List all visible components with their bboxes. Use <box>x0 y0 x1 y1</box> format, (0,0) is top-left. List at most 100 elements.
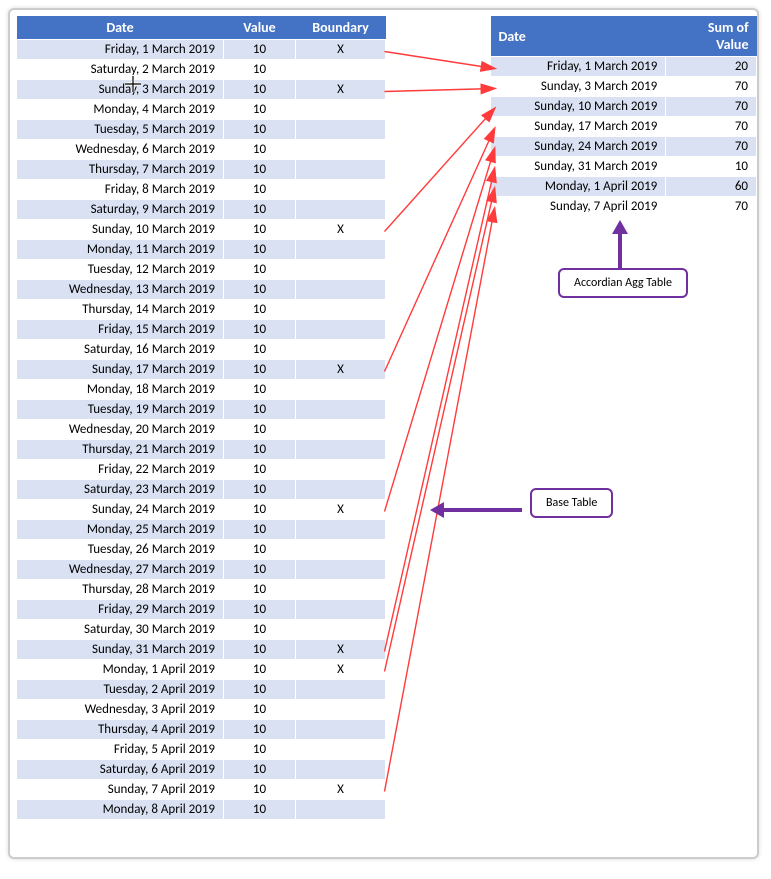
base-row: Friday, 15 March 201910 <box>17 320 386 340</box>
base-cell-value: 10 <box>224 60 296 80</box>
base-cell-boundary <box>296 440 386 460</box>
base-cell-boundary <box>296 120 386 140</box>
base-row: Thursday, 21 March 201910 <box>17 440 386 460</box>
agg-row: Monday, 1 April 201960 <box>491 177 757 197</box>
relation-arrow <box>385 189 495 672</box>
agg-row: Friday, 1 March 201920 <box>491 57 757 77</box>
base-cell-value: 10 <box>224 380 296 400</box>
base-cell-boundary <box>296 180 386 200</box>
base-row: Saturday, 16 March 201910 <box>17 340 386 360</box>
base-row: Monday, 11 March 201910 <box>17 240 386 260</box>
base-cell-boundary <box>296 700 386 720</box>
base-cell-boundary <box>296 560 386 580</box>
base-row: Monday, 18 March 201910 <box>17 380 386 400</box>
base-cell-value: 10 <box>224 220 296 240</box>
base-cell-boundary <box>296 740 386 760</box>
base-cell-date: Tuesday, 12 March 2019 <box>17 260 224 280</box>
base-cell-date: Sunday, 7 April 2019 <box>17 780 224 800</box>
base-cell-date: Tuesday, 5 March 2019 <box>17 120 224 140</box>
base-cell-date: Saturday, 9 March 2019 <box>17 200 224 220</box>
arrow-to-agg-table <box>618 220 628 268</box>
base-row: Wednesday, 3 April 201910 <box>17 700 386 720</box>
base-row: Friday, 8 March 201910 <box>17 180 386 200</box>
base-cell-date: Monday, 25 March 2019 <box>17 520 224 540</box>
base-cell-date: Saturday, 6 April 2019 <box>17 760 224 780</box>
agg-row: Sunday, 17 March 201970 <box>491 117 757 137</box>
agg-row: Sunday, 31 March 201910 <box>491 157 757 177</box>
base-row: Sunday, 3 March 201910X <box>17 80 386 100</box>
agg-cell-date: Sunday, 24 March 2019 <box>491 137 666 157</box>
base-row: Wednesday, 13 March 201910 <box>17 280 386 300</box>
base-cell-boundary <box>296 200 386 220</box>
agg-cell-date: Sunday, 31 March 2019 <box>491 157 666 177</box>
base-cell-date: Tuesday, 2 April 2019 <box>17 680 224 700</box>
base-cell-value: 10 <box>224 400 296 420</box>
agg-header-date: Date <box>491 16 666 57</box>
base-cell-value: 10 <box>224 200 296 220</box>
relation-arrow <box>385 169 495 652</box>
base-cell-value: 10 <box>224 120 296 140</box>
base-cell-boundary <box>296 600 386 620</box>
callout-base-table: Base Table <box>530 488 613 518</box>
base-row: Saturday, 30 March 201910 <box>17 620 386 640</box>
base-cell-boundary <box>296 240 386 260</box>
base-cell-boundary <box>296 280 386 300</box>
base-cell-date: Thursday, 7 March 2019 <box>17 160 224 180</box>
base-cell-value: 10 <box>224 720 296 740</box>
base-cell-value: 10 <box>224 300 296 320</box>
base-cell-boundary: X <box>296 220 386 240</box>
base-row: Friday, 22 March 201910 <box>17 460 386 480</box>
base-cell-value: 10 <box>224 780 296 800</box>
base-cell-date: Friday, 5 April 2019 <box>17 740 224 760</box>
agg-cell-sum: 70 <box>666 197 757 217</box>
base-row: Sunday, 7 April 201910X <box>17 780 386 800</box>
base-cell-value: 10 <box>224 560 296 580</box>
base-cell-date: Sunday, 10 March 2019 <box>17 220 224 240</box>
base-cell-date: Saturday, 23 March 2019 <box>17 480 224 500</box>
agg-row: Sunday, 3 March 201970 <box>491 77 757 97</box>
base-row: Monday, 1 April 201910X <box>17 660 386 680</box>
base-row: Thursday, 14 March 201910 <box>17 300 386 320</box>
base-row: Sunday, 17 March 201910X <box>17 360 386 380</box>
base-cell-boundary <box>296 460 386 480</box>
base-cell-date: Monday, 18 March 2019 <box>17 380 224 400</box>
agg-cell-sum: 70 <box>666 97 757 117</box>
agg-cell-date: Sunday, 17 March 2019 <box>491 117 666 137</box>
base-row: Saturday, 2 March 201910 <box>17 60 386 80</box>
base-cell-boundary: X <box>296 640 386 660</box>
base-cell-boundary <box>296 300 386 320</box>
base-cell-date: Wednesday, 6 March 2019 <box>17 140 224 160</box>
base-cell-date: Monday, 8 April 2019 <box>17 800 224 820</box>
relation-arrow <box>385 52 495 69</box>
base-cell-value: 10 <box>224 100 296 120</box>
agg-row: Sunday, 10 March 201970 <box>491 97 757 117</box>
base-row: Saturday, 6 April 201910 <box>17 760 386 780</box>
base-cell-value: 10 <box>224 360 296 380</box>
base-cell-value: 10 <box>224 240 296 260</box>
base-row: Monday, 25 March 201910 <box>17 520 386 540</box>
agg-cell-sum: 70 <box>666 77 757 97</box>
agg-row: Sunday, 24 March 201970 <box>491 137 757 157</box>
base-cell-value: 10 <box>224 140 296 160</box>
base-row: Sunday, 31 March 201910X <box>17 640 386 660</box>
base-row: Friday, 5 April 201910 <box>17 740 386 760</box>
relation-arrow <box>385 129 495 372</box>
diagram-container: Date Value Boundary Friday, 1 March 2019… <box>8 8 759 859</box>
base-cell-boundary <box>296 400 386 420</box>
base-row: Thursday, 4 April 201910 <box>17 720 386 740</box>
base-cell-boundary: X <box>296 80 386 100</box>
agg-header-sum: Sum of Value <box>666 16 757 57</box>
base-cell-boundary <box>296 420 386 440</box>
base-row: Friday, 1 March 201910X <box>17 40 386 60</box>
base-cell-value: 10 <box>224 280 296 300</box>
base-cell-value: 10 <box>224 540 296 560</box>
base-cell-boundary <box>296 380 386 400</box>
base-cell-date: Friday, 29 March 2019 <box>17 600 224 620</box>
base-row: Sunday, 10 March 201910X <box>17 220 386 240</box>
base-cell-date: Tuesday, 19 March 2019 <box>17 400 224 420</box>
agg-cell-sum: 10 <box>666 157 757 177</box>
base-cell-date: Saturday, 16 March 2019 <box>17 340 224 360</box>
base-cell-boundary <box>296 160 386 180</box>
base-cell-value: 10 <box>224 640 296 660</box>
base-cell-boundary: X <box>296 780 386 800</box>
